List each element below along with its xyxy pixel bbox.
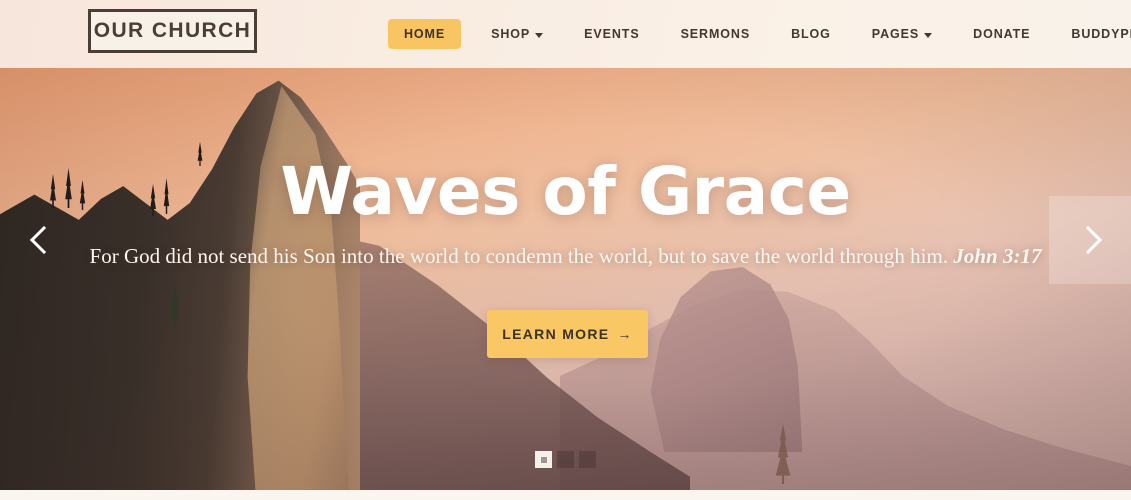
slider-dot-2[interactable] <box>557 451 574 468</box>
slider-next-button[interactable] <box>1049 196 1131 284</box>
nav-item-label: DONATE <box>973 27 1031 41</box>
nav-item-label: PAGES <box>871 27 920 41</box>
learn-more-button[interactable]: LEARN MORE → <box>487 310 648 358</box>
nav-item-label: BLOG <box>791 27 831 41</box>
page-footer-strip <box>0 490 1131 500</box>
nav-item-label: SHOP <box>491 27 531 41</box>
nav-item-events[interactable]: EVENTS <box>573 20 650 48</box>
hero-content: Waves of Grace For God did not send his … <box>0 68 1131 490</box>
slider-dot-1[interactable] <box>535 451 552 468</box>
site-logo-text: OUR CHURCH <box>93 19 252 42</box>
page-root: OUR CHURCH HOME SHOP EVENTS SERMONS BLOG… <box>0 0 1131 500</box>
nav-item-pages[interactable]: PAGES <box>861 20 943 48</box>
slider-dot-3[interactable] <box>579 451 596 468</box>
hero-subtitle-text: For God did not send his Son into the wo… <box>89 244 949 268</box>
hero-title: Waves of Grace <box>280 153 851 230</box>
nav-item-label: HOME <box>404 27 446 41</box>
nav-item-label: EVENTS <box>584 27 640 41</box>
nav-item-home[interactable]: HOME <box>388 19 462 49</box>
hero-slider: Waves of Grace For God did not send his … <box>0 68 1131 490</box>
nav-item-buddypress[interactable]: BUDDYPRESS <box>1060 20 1131 48</box>
site-logo[interactable]: OUR CHURCH <box>88 9 257 53</box>
nav-item-label: SERMONS <box>680 27 751 41</box>
nav-item-sermons[interactable]: SERMONS <box>670 20 762 48</box>
main-navigation: HOME SHOP EVENTS SERMONS BLOG PAGES DONA… <box>388 0 1131 68</box>
site-header: OUR CHURCH HOME SHOP EVENTS SERMONS BLOG… <box>0 0 1131 68</box>
nav-item-blog[interactable]: BLOG <box>780 20 842 48</box>
nav-item-label: BUDDYPRESS <box>1071 27 1131 41</box>
chevron-right-icon <box>1073 225 1102 255</box>
slider-prev-button[interactable] <box>0 196 82 284</box>
nav-item-shop[interactable]: SHOP <box>480 20 554 48</box>
arrow-right-icon: → <box>617 326 633 342</box>
chevron-left-icon <box>29 225 58 255</box>
chevron-down-icon <box>924 32 933 38</box>
hero-subtitle: For God did not send his Son into the wo… <box>0 244 1131 269</box>
nav-item-donate[interactable]: DONATE <box>962 20 1041 48</box>
learn-more-label: LEARN MORE <box>502 326 610 342</box>
slider-pagination <box>0 451 1131 468</box>
chevron-down-icon <box>535 32 544 38</box>
hero-scripture-reference: John 3:17 <box>953 244 1042 268</box>
